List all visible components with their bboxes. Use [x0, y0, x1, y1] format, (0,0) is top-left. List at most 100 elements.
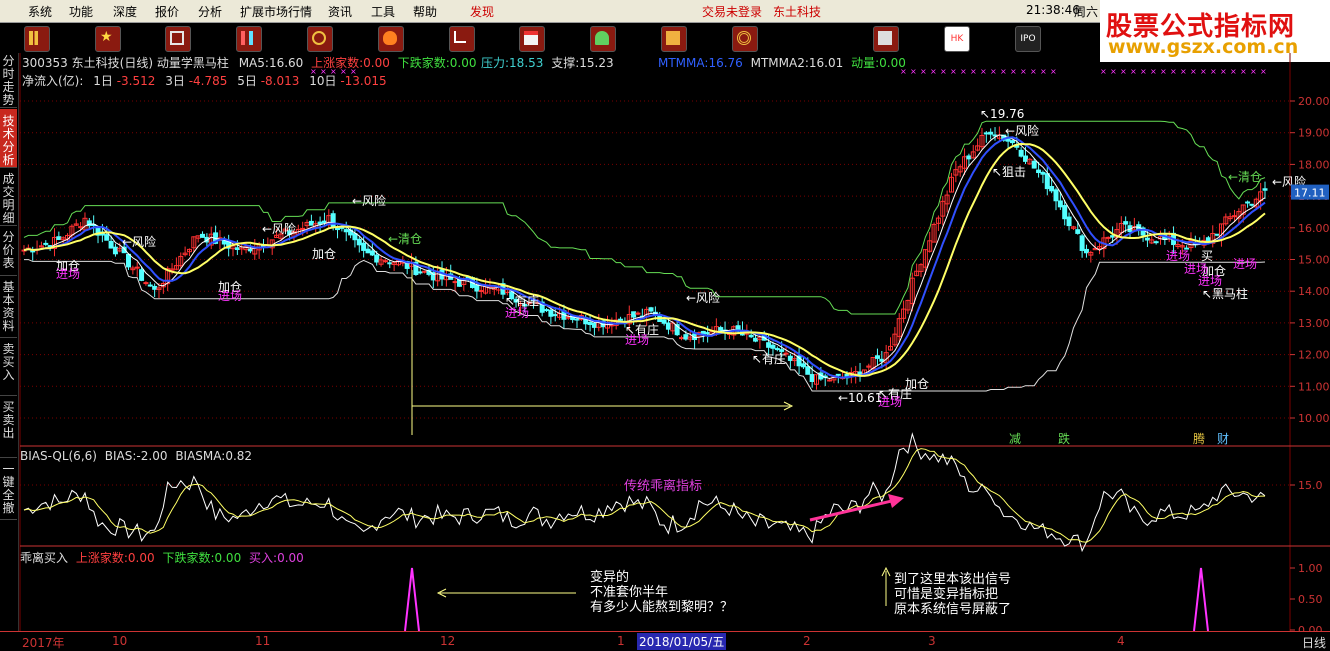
candle-body	[56, 236, 62, 240]
cursor-date: 2018/01/05/五	[637, 633, 727, 650]
candle-body	[1009, 140, 1015, 144]
net-inflow-1d: -3.512	[116, 74, 156, 88]
candle-body	[1062, 205, 1068, 220]
signal-buy-value: 0.00	[277, 551, 304, 565]
mtmma2-label: MTMMA2:	[750, 56, 809, 70]
candle-body	[147, 284, 153, 287]
candle-body	[1144, 237, 1150, 241]
candle-body	[478, 290, 484, 293]
signal-down-value: 0.00	[214, 551, 242, 565]
candle-body	[1205, 237, 1211, 242]
signal-note-right-line3: 原本系统信号屏蔽了	[894, 602, 1012, 617]
candle-body	[1262, 188, 1268, 191]
biasma-value: 0.82	[225, 449, 253, 463]
current-price-value: 17.11	[1294, 187, 1326, 200]
date-label-apr: 4	[1117, 634, 1125, 648]
candle-body	[1036, 169, 1042, 174]
signal-x-mark: ×	[1030, 67, 1037, 76]
candle-body	[1040, 171, 1046, 175]
date-label-oct: 10	[112, 634, 128, 648]
bias-title[interactable]: BIAS-QL(6,6)	[20, 449, 97, 463]
annotation-dealer: ↖有庄	[752, 351, 786, 366]
period-button[interactable]: 日线	[1302, 634, 1326, 651]
candle-body	[361, 242, 367, 251]
candle-body	[665, 322, 671, 330]
signal-x-mark: ×	[1200, 67, 1207, 76]
signal-note-left-line1: 变异的	[590, 570, 630, 585]
candle-body	[700, 330, 706, 335]
bias-header: BIAS-QL(6,6) BIAS:-2.00 BIASMA:0.82	[20, 449, 252, 463]
date-label-nov: 11	[255, 634, 271, 648]
signal-x-mark: ×	[920, 67, 927, 76]
annotation-enter: 进场	[56, 267, 80, 281]
down-count-value: 0.00	[449, 56, 477, 70]
signal-note-right: 到了这里本该出信号 可惜是变异指标把 原本系统信号屏蔽了	[894, 572, 1011, 617]
momentum-value: 0.00	[879, 56, 906, 70]
price-tick-label: 10.00	[1298, 412, 1330, 425]
signal-x-mark: ×	[1260, 67, 1267, 76]
candle-body	[356, 238, 362, 246]
net-inflow-1d-label: 1日	[93, 74, 113, 88]
bias-arrow-icon	[809, 498, 897, 522]
candle-body	[753, 337, 759, 342]
signal-x-mark: ×	[1120, 67, 1127, 76]
candle-body	[770, 344, 776, 349]
candle-body	[718, 327, 724, 331]
candle-body	[1053, 189, 1059, 202]
net-inflow-3d-label: 3日	[165, 74, 185, 88]
candle-body	[308, 220, 314, 226]
pressure-support: 压力:18.53 支撑:15.23	[481, 54, 614, 71]
date-label-feb: 2	[803, 634, 811, 648]
signal-x-mark: ×	[980, 67, 987, 76]
candle-body	[1023, 155, 1029, 162]
pressure-line	[23, 120, 1266, 315]
signal-x-mark: ×	[1020, 67, 1027, 76]
candle-body	[618, 318, 624, 321]
signal-title[interactable]: 乖离买入	[20, 551, 68, 565]
mtmma-label: MTMMA:	[658, 56, 709, 70]
candle-body	[827, 379, 833, 382]
annotation-enter: 进场	[625, 333, 649, 347]
candle-body	[139, 269, 145, 281]
candle-body	[134, 266, 140, 269]
signal-x-mark: ×	[940, 67, 947, 76]
support-value: 15.23	[579, 56, 614, 70]
annotation-enter: 进场	[218, 289, 242, 303]
candle-body	[874, 355, 880, 359]
candle-body	[800, 363, 806, 368]
signal-x-mark: ×	[1190, 67, 1197, 76]
annotation-fall: 跌	[1058, 431, 1070, 446]
net-inflow-10d: -13.015	[340, 74, 387, 88]
signal-x-mark: ×	[1150, 67, 1157, 76]
annotation-clear: ←清仓	[1228, 170, 1262, 184]
candle-body	[1245, 201, 1251, 204]
signal-x-mark: ×	[1250, 67, 1257, 76]
mtmma2-value: 16.01	[808, 56, 844, 70]
date-label-jan: 1	[617, 634, 625, 648]
annotation-enter: 进场	[1166, 249, 1190, 263]
candle-body	[112, 246, 118, 255]
signal-header: 乖离买入 上涨家数:0.00 下跌家数:0.00 买入:0.00	[20, 549, 304, 566]
candle-body	[648, 307, 654, 312]
buy-signal-spike	[1193, 567, 1209, 632]
pressure-value: 18.53	[509, 56, 544, 70]
candle-body	[1044, 173, 1050, 190]
indicator-name[interactable]: 动量学黑马柱	[157, 56, 229, 70]
annotation-surge: 腾	[1193, 431, 1205, 446]
candle-body	[343, 229, 349, 233]
signal-x-mark: ×	[970, 67, 977, 76]
candle-body	[78, 226, 84, 229]
net-inflow-label: 净流入(亿):	[22, 74, 84, 88]
annotation-buy: 买	[1201, 249, 1213, 263]
signal-x-mark: ×	[1040, 67, 1047, 76]
candle-body	[787, 355, 793, 361]
signal-x-mark: ×	[1050, 67, 1057, 76]
candle-body	[300, 227, 306, 230]
signal-x-mark: ×	[1240, 67, 1247, 76]
signal-x-mark: ×	[1210, 67, 1217, 76]
signal-x-mark: ×	[930, 67, 937, 76]
candle-body	[1049, 186, 1055, 192]
candle-body	[966, 155, 972, 160]
candle-body	[1079, 235, 1085, 251]
signal-x-mark: ×	[1220, 67, 1227, 76]
